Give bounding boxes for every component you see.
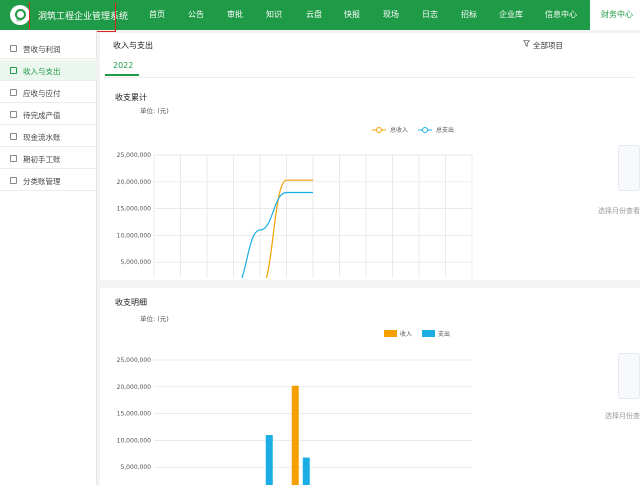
sidebar-item-5[interactable]: 期初手工账 <box>0 148 97 169</box>
app-title: 洞筑工程企业管理系统 <box>38 12 129 22</box>
nav-item-finance-center[interactable]: 财务中心 <box>590 0 640 30</box>
empty-hint-text: 选择月份查看 <box>605 412 640 420</box>
nav-item-8[interactable]: 招标 <box>461 9 477 20</box>
sidebar-item-2[interactable]: 应收与应付 <box>0 82 97 103</box>
bar-income <box>291 385 299 485</box>
y-tick-label: 20,000,000 <box>117 384 152 391</box>
nav-item-0[interactable]: 首页 <box>149 9 165 20</box>
y-tick-label: 5,000,000 <box>120 259 151 266</box>
project-filter[interactable]: 全部项目 <box>523 40 563 51</box>
top-nav-bar: 洞筑 洞筑工程企业管理系统 首页 公告 审批 知识 云盘 快报 现场 日志 招标 企业库 信息中心 … <box>0 0 640 30</box>
page-title: 收入与支出 <box>113 41 153 50</box>
y-tick-label: 15,000,000 <box>117 411 152 418</box>
receivable-icon <box>10 89 17 96</box>
legend-label: 收入 <box>400 330 412 338</box>
bar-expense <box>302 457 310 485</box>
sidebar-item-label: 营收与利润 <box>23 45 61 54</box>
empty-state-illustration <box>618 353 640 399</box>
empty-hint-text: 选择月份查看 <box>598 207 640 215</box>
sidebar-item-6[interactable]: 分类账管理 <box>0 170 97 191</box>
legend-swatch <box>384 330 397 337</box>
filter-icon <box>523 40 530 47</box>
nav-item-7[interactable]: 日志 <box>422 9 438 20</box>
nav-item-4[interactable]: 云盘 <box>306 9 322 20</box>
tab-divider <box>105 77 635 78</box>
legend-label: 总支出 <box>436 126 454 134</box>
nav-item-1[interactable]: 公告 <box>188 9 204 20</box>
legend-swatch <box>422 330 435 337</box>
sidebar-item-label: 收入与支出 <box>23 67 61 76</box>
sidebar-item-4[interactable]: 现金流水账 <box>0 126 97 147</box>
legend-label: 总收入 <box>390 126 408 134</box>
nav-item-2[interactable]: 审批 <box>227 9 243 20</box>
main-content: 收入与支出 全部项目 2022 收支累计 单位: (元) 25,000,000 2… <box>100 33 640 485</box>
clock-icon <box>10 111 17 118</box>
sidebar: 营收与利润收入与支出应收与应付待完成产值现金流水账期初手工账分类账管理 <box>0 30 97 485</box>
legend-marker <box>376 127 382 133</box>
y-tick-label: 25,000,000 <box>117 152 152 159</box>
bar-expense <box>265 435 273 485</box>
logo-text: 洞筑 <box>16 18 23 22</box>
nav-item-10[interactable]: 信息中心 <box>545 9 577 20</box>
nav-item-3[interactable]: 知识 <box>266 9 282 20</box>
category-icon <box>10 177 17 184</box>
logo-icon[interactable]: 洞筑 <box>10 5 30 25</box>
legend-label: 支出 <box>438 330 450 338</box>
chart-icon <box>10 45 17 52</box>
sidebar-item-label: 现金流水账 <box>23 133 61 142</box>
bar-chart: 25,000,000 20,000,000 15,000,000 10,000,000… <box>117 330 472 485</box>
line-chart: 25,000,000 20,000,000 15,000,000 10,000,000… <box>117 126 473 278</box>
sidebar-item-1[interactable]: 收入与支出 <box>0 60 97 81</box>
sidebar-item-3[interactable]: 待完成产值 <box>0 104 97 125</box>
y-tick-label: 25,000,000 <box>117 357 152 364</box>
sidebar-item-label: 期初手工账 <box>23 155 61 164</box>
panel-separator <box>100 280 640 288</box>
y-tick-label: 20,000,000 <box>117 179 152 186</box>
y-tick-label: 5,000,000 <box>120 464 151 471</box>
nav-item-5[interactable]: 快报 <box>344 9 360 20</box>
income-icon <box>10 67 17 74</box>
sidebar-item-label: 应收与应付 <box>23 89 61 98</box>
nav-item-9[interactable]: 企业库 <box>499 9 523 20</box>
project-filter-label: 全部项目 <box>533 41 563 50</box>
y-tick-label: 15,000,000 <box>117 206 152 213</box>
y-tick-label: 10,000,000 <box>117 232 152 239</box>
empty-state-illustration <box>618 145 640 191</box>
sidebar-item-0[interactable]: 营收与利润 <box>0 38 97 59</box>
cash-icon <box>10 133 17 140</box>
sidebar-item-label: 分类账管理 <box>23 177 61 186</box>
y-tick-label: 10,000,000 <box>117 437 152 444</box>
ledger-icon <box>10 155 17 162</box>
sidebar-item-label: 待完成产值 <box>23 111 61 120</box>
legend-marker <box>422 127 428 133</box>
nav-item-6[interactable]: 现场 <box>383 9 399 20</box>
tab-year-2022[interactable]: 2022 <box>105 56 139 76</box>
